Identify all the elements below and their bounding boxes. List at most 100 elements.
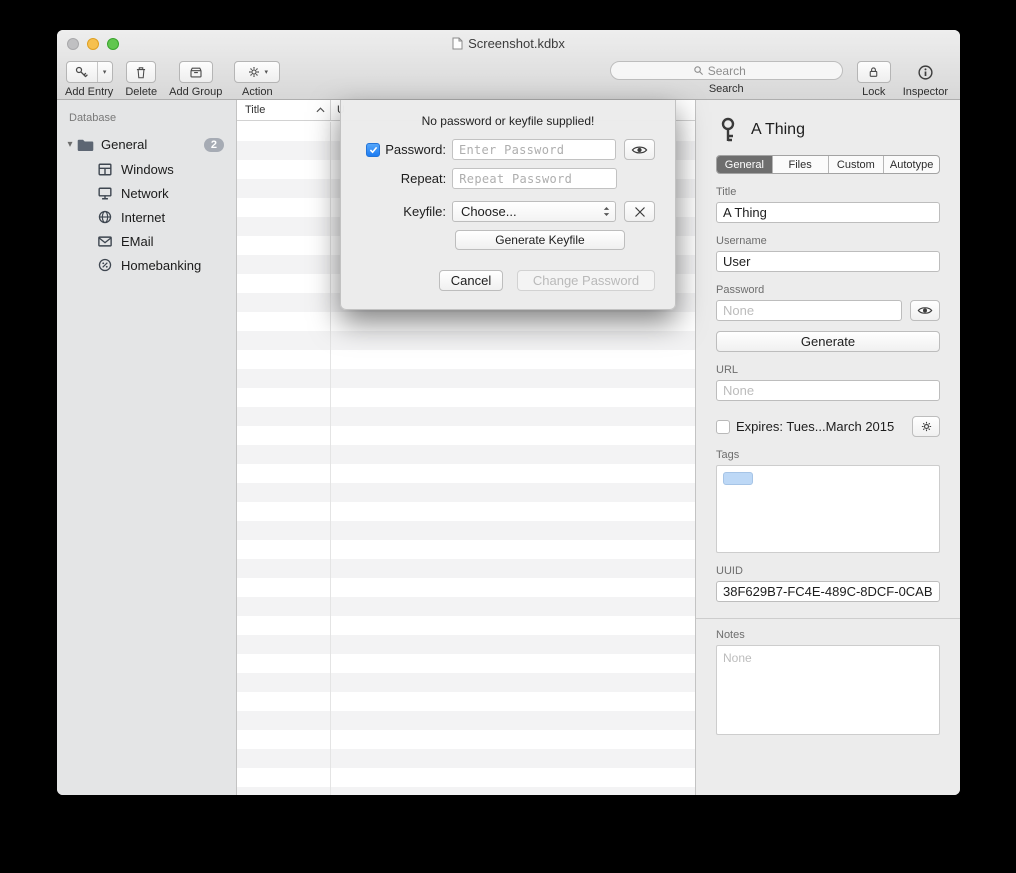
search-icon xyxy=(693,65,704,76)
add-group-button[interactable] xyxy=(179,61,213,83)
delete-button[interactable] xyxy=(126,61,156,83)
tab-files[interactable]: Files xyxy=(773,156,829,173)
sidebar-item-label: Windows xyxy=(121,162,174,177)
search-label: Search xyxy=(709,83,744,95)
reveal-password-button[interactable] xyxy=(910,300,940,321)
eye-icon xyxy=(631,144,648,156)
add-entry-label: Add Entry xyxy=(65,86,113,98)
tab-general[interactable]: General xyxy=(717,156,773,173)
add-entry-button[interactable]: ▾ xyxy=(66,61,113,83)
column-header-label: Title xyxy=(245,104,265,116)
folder-icon xyxy=(77,138,94,152)
generate-password-button[interactable]: Generate xyxy=(716,331,940,352)
internet-icon xyxy=(97,209,113,225)
add-group-label: Add Group xyxy=(169,86,222,98)
tab-custom[interactable]: Custom xyxy=(829,156,885,173)
document-icon xyxy=(452,37,463,50)
sidebar-item-windows[interactable]: Windows xyxy=(57,157,236,181)
tags-field[interactable] xyxy=(716,465,940,553)
window-title-wrap: Screenshot.kdbx xyxy=(57,30,960,57)
sidebar-item-homebanking[interactable]: Homebanking xyxy=(57,253,236,277)
title-field[interactable] xyxy=(716,202,940,223)
inspector-button[interactable] xyxy=(917,61,934,83)
password-checkbox[interactable] xyxy=(366,143,380,157)
action-button[interactable]: ▾ xyxy=(234,61,280,83)
username-field[interactable] xyxy=(716,251,940,272)
tab-label: General xyxy=(725,159,764,171)
toolbar-item-delete: Delete xyxy=(125,61,157,98)
sidebar-item-label: EMail xyxy=(121,234,154,249)
zoom-button[interactable] xyxy=(107,38,119,50)
gear-icon xyxy=(920,420,933,433)
keyfile-popup-button[interactable]: Choose... xyxy=(452,201,616,222)
sidebar-item-label: Homebanking xyxy=(121,258,201,273)
keyfile-popup-value: Choose... xyxy=(461,204,517,219)
expires-settings-button[interactable] xyxy=(912,416,940,437)
minimize-button[interactable] xyxy=(87,38,99,50)
entry-header: A Thing xyxy=(716,114,940,146)
chevron-down-icon: ▾ xyxy=(265,68,269,76)
toolbar: ▾ Add Entry Delete xyxy=(57,57,960,99)
info-circle-icon xyxy=(917,64,934,81)
tab-label: Autotype xyxy=(890,159,933,171)
action-label: Action xyxy=(242,86,273,98)
network-icon xyxy=(97,185,113,201)
dialog-repeat-input[interactable] xyxy=(452,168,617,189)
dialog-password-input[interactable] xyxy=(452,139,616,160)
toolbar-item-add-group: Add Group xyxy=(169,61,222,98)
dialog-keyfile-label: Keyfile: xyxy=(403,204,446,219)
sidebar-item-network[interactable]: Network xyxy=(57,181,236,205)
title-field-label: Title xyxy=(716,186,940,198)
trash-icon xyxy=(134,65,148,80)
entry-title: A Thing xyxy=(751,121,805,139)
password-field[interactable] xyxy=(716,300,902,321)
expires-checkbox[interactable] xyxy=(716,420,730,434)
tag-token[interactable] xyxy=(723,472,753,485)
tab-label: Files xyxy=(789,159,812,171)
notes-section: Notes xyxy=(696,618,960,740)
table-column-divider xyxy=(330,122,331,795)
column-header-title[interactable]: Title xyxy=(237,100,330,120)
titlebar: Screenshot.kdbx xyxy=(57,30,960,57)
toolbar-item-search: Search xyxy=(610,61,843,95)
sort-ascending-icon xyxy=(316,107,325,113)
dialog-reveal-password-button[interactable] xyxy=(624,139,655,160)
traffic-lights xyxy=(67,38,119,50)
sidebar-item-email[interactable]: EMail xyxy=(57,229,236,253)
cancel-button[interactable]: Cancel xyxy=(439,270,503,291)
key-icon xyxy=(67,62,97,82)
disclosure-triangle-icon[interactable]: ▾ xyxy=(63,139,77,150)
dialog-password-label: Password: xyxy=(385,142,446,157)
tab-autotype[interactable]: Autotype xyxy=(884,156,939,173)
search-input[interactable] xyxy=(708,64,760,78)
sidebar-item-label: Internet xyxy=(121,210,165,225)
macpass-window: Screenshot.kdbx ▾ Add Entry xyxy=(57,30,960,795)
dialog-repeat-row: Repeat: xyxy=(361,168,655,189)
clear-keyfile-button[interactable] xyxy=(624,201,655,222)
url-field[interactable] xyxy=(716,380,940,401)
uuid-field[interactable] xyxy=(716,581,940,602)
desktop: Screenshot.kdbx ▾ Add Entry xyxy=(0,0,1016,873)
change-password-button[interactable]: Change Password xyxy=(517,270,655,291)
close-button[interactable] xyxy=(67,38,79,50)
sidebar-item-internet[interactable]: Internet xyxy=(57,205,236,229)
inspector-panel: A Thing General Files Custom Autotype Ti… xyxy=(695,100,960,795)
gear-icon xyxy=(247,65,261,79)
dialog-repeat-label: Repeat: xyxy=(401,171,447,186)
lock-button[interactable] xyxy=(857,61,891,83)
lock-label: Lock xyxy=(862,86,885,98)
toolbar-item-action: ▾ Action xyxy=(234,61,280,98)
search-field[interactable] xyxy=(610,61,843,80)
generate-keyfile-button[interactable]: Generate Keyfile xyxy=(455,230,625,250)
inspector-tabs: General Files Custom Autotype xyxy=(716,155,940,174)
dialog-message: No password or keyfile supplied! xyxy=(341,100,675,139)
stepper-icon xyxy=(602,205,611,218)
dialog-password-row: Password: xyxy=(361,139,655,160)
sidebar-item-general[interactable]: ▾ General 2 xyxy=(57,132,236,157)
change-password-dialog: No password or keyfile supplied! Passwor… xyxy=(340,100,676,310)
dialog-actions: Cancel Change Password xyxy=(361,270,655,291)
email-icon xyxy=(97,233,113,249)
content-area: Database ▾ General 2 Windows xyxy=(57,100,960,795)
key-icon xyxy=(716,117,740,143)
notes-field[interactable] xyxy=(716,645,940,735)
